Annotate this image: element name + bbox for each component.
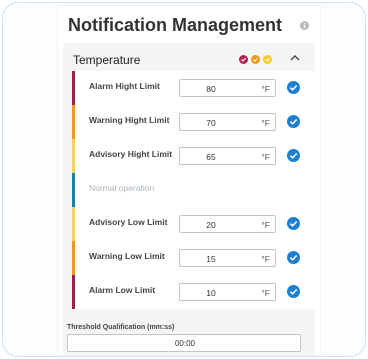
- severity-bar: [72, 105, 75, 139]
- limit-label: Advisory Low Limit: [89, 217, 168, 227]
- limit-value: 80: [206, 84, 216, 94]
- limit-input[interactable]: 70 °F: [179, 113, 276, 131]
- unit-label: °F: [261, 152, 270, 162]
- severity-bar: [72, 207, 75, 241]
- unit-label: °F: [261, 118, 270, 128]
- chevron-up-icon[interactable]: [289, 54, 301, 62]
- section-header[interactable]: Temperature: [63, 43, 315, 71]
- limit-input[interactable]: 10 °F: [179, 283, 276, 301]
- warning-status-icon: [251, 55, 260, 64]
- limit-label: Warning Hight Limit: [89, 115, 170, 125]
- card-header: Notification Management: [58, 6, 320, 42]
- limit-input[interactable]: 20 °F: [179, 215, 276, 233]
- severity-bar: [72, 241, 75, 275]
- severity-bar: [72, 71, 75, 105]
- limit-row: Advisory Hight Limit 65 °F: [72, 139, 315, 173]
- limit-row: Advisory Low Limit 20 °F: [72, 207, 315, 241]
- limit-label: Alarm Low Limit: [89, 285, 156, 295]
- limit-label: Advisory Hight Limit: [89, 149, 173, 159]
- checkmark-icon[interactable]: [287, 217, 300, 230]
- limit-label: Alarm Hight Limit: [89, 81, 160, 91]
- limit-value: 20: [206, 220, 216, 230]
- limit-input[interactable]: 65 °F: [179, 147, 276, 165]
- section-title: Temperature: [73, 53, 141, 67]
- severity-bar: [72, 275, 75, 309]
- limit-value: 15: [206, 254, 216, 264]
- status-indicators: [239, 55, 272, 64]
- limit-label: Normal operation: [89, 183, 155, 193]
- severity-bar: [72, 173, 75, 207]
- checkmark-icon[interactable]: [287, 251, 300, 264]
- limit-row: Normal operation: [72, 173, 315, 207]
- checkmark-icon[interactable]: [287, 81, 300, 94]
- limit-input[interactable]: 80 °F: [179, 79, 276, 97]
- advisory-status-icon: [263, 55, 272, 64]
- limit-row: Warning Low Limit 15 °F: [72, 241, 315, 275]
- severity-bar: [72, 139, 75, 173]
- threshold-label: Threshold Qualification (mm:ss): [67, 324, 175, 331]
- threshold-value: 00:00: [174, 339, 196, 348]
- limit-label: Warning Low Limit: [89, 251, 165, 261]
- limit-value: 10: [206, 288, 216, 298]
- limit-input[interactable]: 15 °F: [179, 249, 276, 267]
- unit-label: °F: [261, 288, 270, 298]
- unit-label: °F: [261, 220, 270, 230]
- alarm-status-icon: [239, 55, 248, 64]
- temperature-panel: Temperature Alarm Hight Limit 80 °F Warning…: [63, 43, 315, 355]
- limit-row: Warning Hight Limit 70 °F: [72, 105, 315, 139]
- info-icon[interactable]: [300, 21, 309, 30]
- limit-value: 65: [206, 152, 216, 162]
- checkmark-icon[interactable]: [287, 149, 300, 162]
- checkmark-icon[interactable]: [287, 115, 300, 128]
- unit-label: °F: [261, 254, 270, 264]
- notification-card: Notification Management Temperature Alar…: [58, 6, 320, 355]
- checkmark-icon[interactable]: [287, 285, 300, 298]
- unit-label: °F: [261, 84, 270, 94]
- threshold-input[interactable]: 00:00: [67, 334, 301, 352]
- limit-row: Alarm Hight Limit 80 °F: [72, 71, 315, 105]
- limit-row: Alarm Low Limit 10 °F: [72, 275, 315, 309]
- page-title: Notification Management: [68, 15, 283, 35]
- limit-value: 70: [206, 118, 216, 128]
